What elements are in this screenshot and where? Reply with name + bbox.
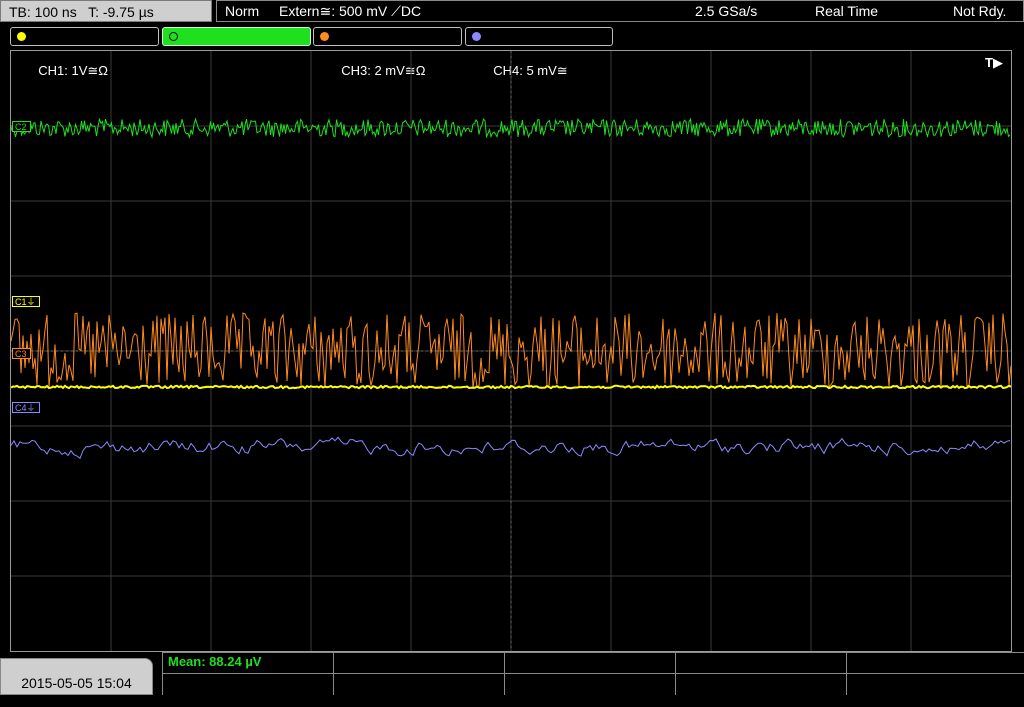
ch3-indicator-icon bbox=[320, 32, 329, 41]
ch1-indicator-icon bbox=[17, 32, 26, 41]
measurement-column-divider bbox=[504, 652, 505, 695]
waveform-canvas[interactable] bbox=[11, 51, 1011, 651]
run-status: Not Rdy. bbox=[953, 3, 1007, 19]
measurement-column-divider bbox=[846, 652, 847, 695]
channel-tab-ch1[interactable]: CH1: 1V≅Ω bbox=[10, 27, 159, 78]
channel-tab-ch2[interactable]: CH2: 5 mV≅Ω bbox=[162, 27, 311, 78]
ch2-offset-marker[interactable]: C2 bbox=[12, 121, 31, 132]
measurement-row-divider bbox=[162, 673, 1024, 674]
ch4-indicator-icon bbox=[472, 32, 481, 41]
channel-tab-ch4[interactable]: CH4: 5 mV≅ bbox=[465, 27, 613, 78]
trigger-mode[interactable]: Norm bbox=[225, 1, 259, 21]
channel-tab-ch3[interactable]: CH3: 2 mV≅Ω bbox=[313, 27, 462, 78]
timebase-readout[interactable]: TB: 100 ns T: -9.75 µs bbox=[0, 0, 212, 22]
sample-rate: 2.5 GSa/s bbox=[695, 3, 758, 19]
ch4-offset-marker[interactable]: C4⏚ bbox=[12, 402, 40, 413]
acquisition-mode[interactable]: Real Time bbox=[815, 1, 878, 21]
status-bar: TB: 100 ns T: -9.75 µs Norm Extern≅: 500… bbox=[0, 0, 1024, 24]
measurement-column-divider bbox=[675, 652, 676, 695]
trigger-source[interactable]: Extern≅: 500 mV ⟋DC bbox=[279, 1, 421, 21]
acquisition-status: Norm Extern≅: 500 mV ⟋DC 2.5 GSa/s Real … bbox=[216, 0, 1024, 22]
date-time-text: 2015-05-05 15:04 bbox=[21, 675, 132, 691]
date-time-display: 2015-05-05 15:04 bbox=[0, 658, 153, 695]
trigger-position-marker[interactable]: T▶ bbox=[985, 55, 1003, 71]
ch3-offset-marker[interactable]: C3 bbox=[12, 348, 31, 359]
measurement-panel[interactable]: Mean: 88.24 µV bbox=[162, 652, 1024, 695]
graticule bbox=[11, 51, 1011, 651]
waveform-display[interactable] bbox=[10, 50, 1012, 652]
ch2-indicator-icon bbox=[169, 32, 178, 41]
mean-measurement[interactable]: Mean: 88.24 µV bbox=[168, 654, 261, 669]
measurement-column-divider bbox=[333, 652, 334, 695]
ch1-offset-marker[interactable]: C1⏚ bbox=[12, 296, 40, 307]
